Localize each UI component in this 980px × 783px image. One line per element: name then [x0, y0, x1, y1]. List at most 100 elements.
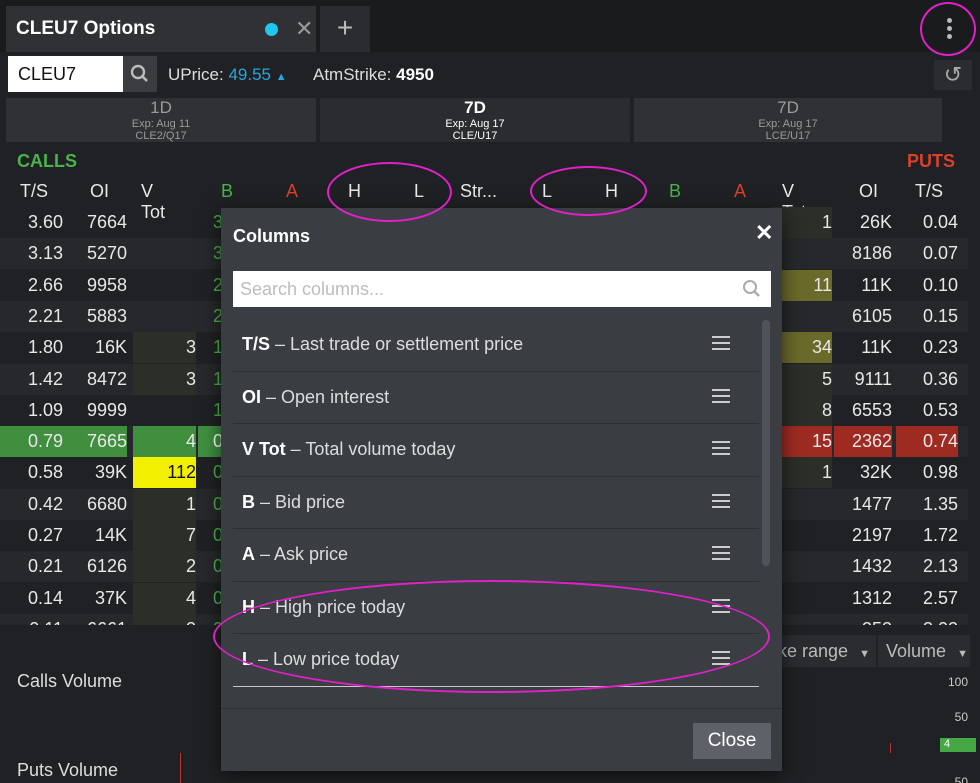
call-oi: 16K	[94, 337, 127, 358]
call-ts: 1.42	[27, 368, 63, 389]
axis-label: 50	[954, 775, 968, 783]
call-oi: 9958	[86, 274, 127, 295]
call-vtot	[133, 207, 196, 238]
column-item[interactable]: B – Bid price	[233, 477, 759, 529]
refresh-icon[interactable]: ↺	[934, 60, 972, 90]
call-bid: 0	[198, 614, 223, 625]
drag-handle-icon[interactable]	[712, 388, 730, 403]
chevron-down-icon: ▼	[859, 648, 870, 660]
add-tab-button[interactable]: +	[320, 6, 370, 52]
call-oi: 7664	[86, 212, 127, 232]
column-desc: – Last trade or settlement price	[270, 334, 524, 354]
column-item[interactable]: V Tot – Total volume today	[233, 424, 759, 477]
axis-label: 100	[947, 675, 968, 689]
close-button[interactable]: Close	[693, 723, 771, 759]
call-bid: 3	[213, 243, 224, 264]
put-oi: 2197	[851, 525, 892, 545]
column-item[interactable]: A – Ask price	[233, 529, 759, 582]
put-ts: 1.72	[922, 525, 958, 545]
volume-badge: 4	[940, 738, 976, 752]
expiry-code: CLE/U17	[452, 130, 498, 142]
put-ts: 1.35	[922, 493, 958, 514]
call-bid: 1	[213, 368, 224, 389]
call-ts: 3.13	[27, 243, 63, 264]
put-ts: 0.74	[896, 426, 958, 458]
column-item-label: T/S – Last trade or settlement price	[242, 334, 523, 355]
search-icon[interactable]	[123, 56, 157, 92]
puts-volume-label: Puts Volume	[17, 760, 119, 780]
call-oi: 6661	[63, 614, 127, 625]
column-key: OI	[242, 386, 262, 407]
column-item[interactable]: OI – Open interest	[233, 372, 759, 424]
expiry-tab-1d[interactable]: 1D Exp: Aug 11 CLE2/Q17	[6, 98, 316, 142]
drag-handle-icon[interactable]	[712, 336, 730, 350]
call-oi: 8472	[86, 368, 127, 389]
puts-label: PUTS	[907, 151, 956, 171]
put-oi: 352	[834, 614, 892, 625]
highlight-circle	[213, 580, 770, 693]
expiry-name: 7D	[777, 98, 799, 117]
call-oi: 5270	[86, 243, 127, 264]
header-b-put[interactable]: B	[669, 181, 681, 202]
column-item[interactable]: T/S – Last trade or settlement price	[233, 319, 759, 372]
expiry-name: 7D	[464, 98, 486, 117]
expiry-date: Exp: Aug 17	[445, 118, 505, 130]
close-icon[interactable]: ✕	[295, 16, 313, 42]
symbol-input[interactable]	[8, 56, 123, 92]
header-ts-put[interactable]: T/S	[915, 181, 943, 202]
put-oi: 11K	[861, 274, 892, 295]
call-bid: 2	[213, 274, 224, 295]
scrollbar[interactable]	[762, 320, 770, 566]
atm-label: AtmStrike:	[313, 65, 392, 84]
put-ts: 0.04	[922, 212, 958, 232]
tab-title: CLEU7 Options	[16, 18, 156, 39]
close-icon[interactable]: ✕	[755, 220, 773, 246]
put-oi: 26K	[859, 212, 892, 232]
call-ts: 0.21	[27, 556, 63, 577]
tab-bar: CLEU7 Options ✕ +	[0, 0, 980, 52]
call-vtot	[133, 301, 196, 332]
call-bid: 0	[213, 462, 224, 483]
atm-strike: AtmStrike: 4950	[313, 65, 434, 85]
expiry-tab-7d-cle[interactable]: 7D Exp: Aug 17 CLE/U17	[320, 98, 630, 142]
uprice-label: UPrice:	[168, 65, 224, 84]
volume-select[interactable]: Volume ▼	[878, 635, 970, 667]
call-oi: 9999	[86, 399, 127, 420]
header-oi-put[interactable]: OI	[859, 181, 878, 202]
drag-handle-icon[interactable]	[712, 441, 730, 455]
call-oi: 6126	[86, 556, 127, 577]
call-vtot	[133, 238, 196, 269]
highlight-circle	[920, 2, 976, 56]
drag-handle-icon[interactable]	[712, 493, 730, 508]
header-oi[interactable]: OI	[90, 181, 109, 202]
put-ts: 0.07	[922, 243, 958, 264]
chevron-down-icon: ▼	[957, 648, 968, 660]
column-desc: – Total volume today	[285, 439, 456, 459]
call-ts: 0.27	[27, 525, 63, 545]
header-b[interactable]: B	[221, 181, 233, 202]
call-vtot: 7	[133, 520, 196, 551]
column-item-label: OI – Open interest	[242, 387, 389, 408]
drag-handle-icon[interactable]	[712, 546, 730, 560]
atm-value: 4950	[396, 65, 434, 84]
tab-cleu7-options[interactable]: CLEU7 Options ✕	[6, 6, 316, 52]
header-a-put[interactable]: A	[734, 181, 746, 202]
column-key: B	[242, 491, 255, 512]
put-oi: 8186	[851, 243, 892, 264]
call-vtot: 112	[133, 457, 196, 489]
toolbar: UPrice: 49.55 ▲ AtmStrike: 4950 ↺	[0, 52, 980, 96]
search-columns-input[interactable]	[233, 271, 771, 307]
put-oi: 32K	[859, 462, 892, 483]
expiry-tab-7d-lce[interactable]: 7D Exp: Aug 17 LCE/U17	[634, 98, 942, 142]
header-strike[interactable]: Str...	[460, 181, 497, 202]
call-bid: 0	[213, 587, 224, 608]
dialog-title: Columns	[233, 226, 311, 246]
call-oi: 14K	[94, 525, 127, 545]
strike-range-select[interactable]: ke range ▼	[770, 635, 876, 667]
header-ts[interactable]: T/S	[20, 181, 48, 202]
call-bid: 2	[213, 305, 224, 326]
put-oi: 11K	[861, 337, 892, 358]
calls-volume-label: Calls Volume	[17, 671, 123, 691]
header-a[interactable]: A	[286, 181, 298, 202]
call-ts: 1.09	[27, 399, 63, 420]
